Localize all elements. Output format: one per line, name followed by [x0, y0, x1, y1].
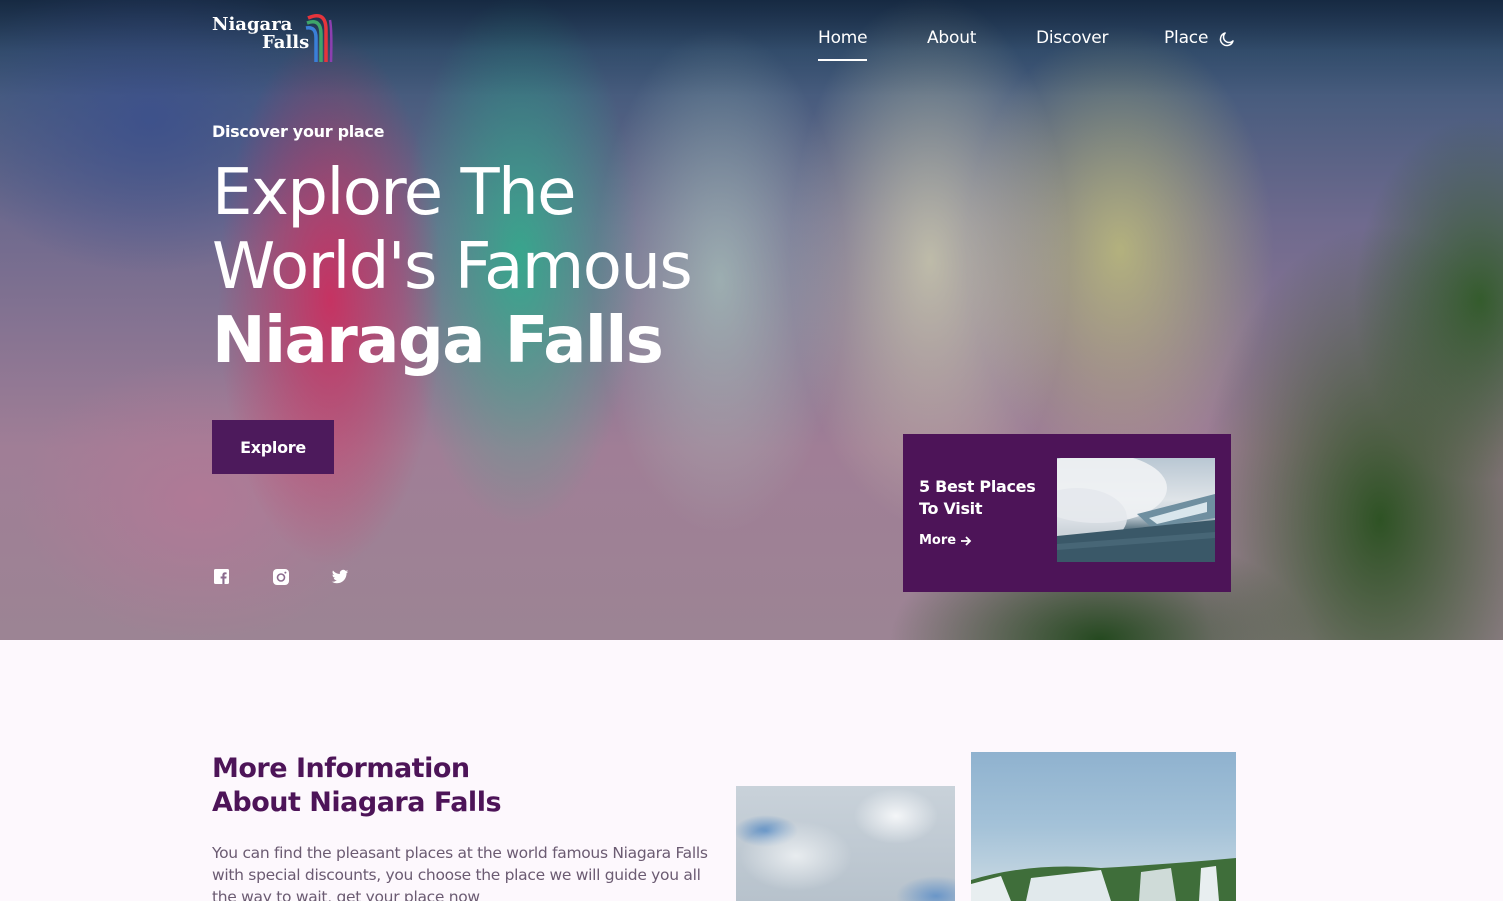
moon-icon[interactable]: [1218, 30, 1236, 48]
logo[interactable]: Niagara Falls: [212, 10, 334, 64]
logo-text-line2: Falls: [262, 32, 310, 53]
arrow-right-icon: [961, 535, 972, 546]
facebook-icon[interactable]: [213, 568, 231, 586]
nav-discover[interactable]: Discover: [1036, 28, 1109, 48]
hero-title: Explore The World's Famous Niaraga Falls: [212, 156, 693, 378]
explore-button[interactable]: Explore: [212, 420, 334, 474]
card-more-link[interactable]: More: [919, 533, 972, 548]
nav-place[interactable]: Place: [1164, 28, 1208, 48]
hero-subtitle: Discover your place: [212, 122, 385, 141]
card-title: 5 Best Places To Visit: [919, 477, 1036, 518]
sky-clouds-image: [736, 786, 955, 901]
nav-home[interactable]: Home: [818, 28, 868, 61]
info-title-line1: More Information: [212, 753, 470, 784]
info-title: More Information About Niagara Falls: [212, 752, 502, 820]
hero-title-line1: Explore The: [212, 156, 577, 230]
hero-title-line3: Niaraga Falls: [212, 304, 664, 378]
card-waterfall-image: [1057, 458, 1215, 562]
card-more-label: More: [919, 533, 957, 548]
logo-rainbow-icon: [305, 14, 333, 63]
info-text: You can find the pleasant places at the …: [212, 844, 708, 901]
best-places-card[interactable]: 5 Best Places To Visit More: [903, 434, 1231, 592]
hero-title-line2: World's Famous: [212, 230, 693, 304]
twitter-icon[interactable]: [331, 568, 349, 586]
info-title-line2: About Niagara Falls: [212, 787, 502, 818]
instagram-icon[interactable]: [272, 568, 290, 586]
falls-panorama-image: [971, 752, 1236, 901]
nav-about[interactable]: About: [927, 28, 976, 48]
